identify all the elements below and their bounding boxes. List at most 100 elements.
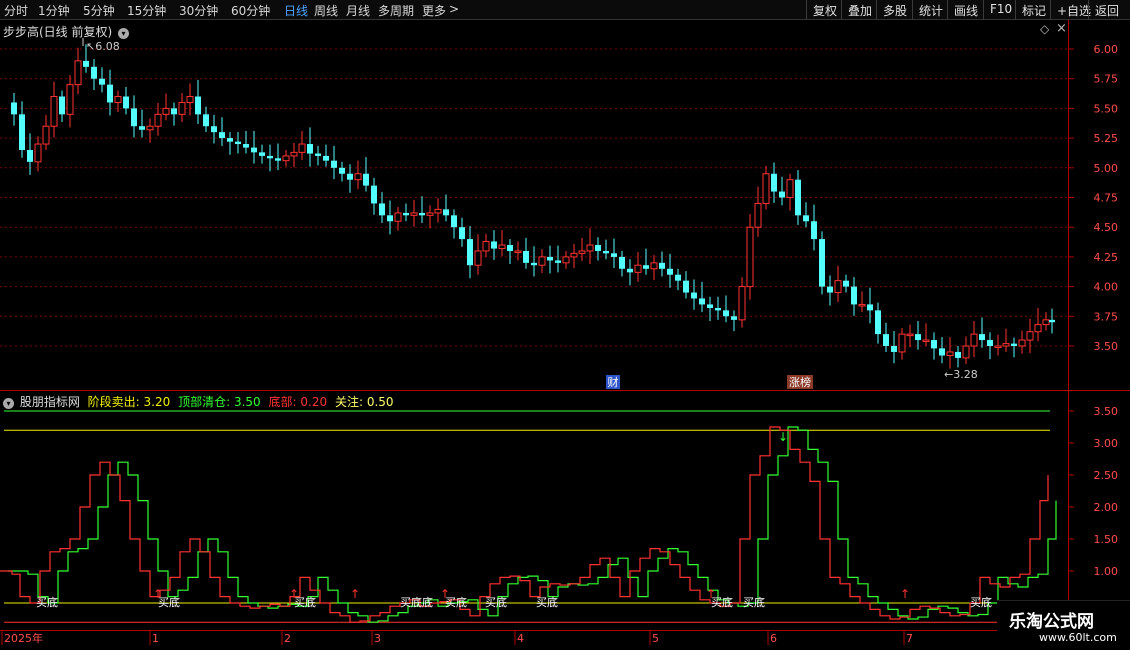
period-monthly[interactable]: 月线: [346, 2, 370, 19]
candle-body: [746, 226, 754, 288]
candle-body: [83, 60, 89, 67]
candle-body: [691, 292, 697, 299]
candle-body: [562, 256, 570, 264]
candle-body: [531, 262, 537, 266]
period-1min[interactable]: 1分钟: [38, 2, 70, 19]
candle-body: [74, 60, 82, 86]
candle-body: [347, 173, 353, 180]
candle-body: [795, 179, 801, 216]
candle-body: [211, 126, 217, 133]
buy-signal-label: 买底: [970, 595, 992, 609]
candle-body: [987, 340, 993, 346]
field-stage-sell: 阶段卖出: 3.20: [87, 395, 171, 409]
price-axis-label: 4.00: [1094, 281, 1119, 294]
price-axis-label: 6.00: [1094, 43, 1119, 56]
buy-signal-label: 买底: [294, 595, 316, 609]
watermark-url: www.60lt.com: [1039, 631, 1117, 644]
candle-body: [403, 212, 409, 216]
candle-body: [491, 241, 497, 249]
buy-signal-label: 买底: [536, 595, 558, 609]
candle-body: [586, 244, 594, 252]
buy-arrow-icon: ↑: [289, 587, 299, 601]
candle-body: [667, 268, 673, 275]
candle-body: [946, 351, 954, 357]
period-more[interactable]: 更多: [422, 2, 446, 19]
period-multi[interactable]: 多周期: [378, 2, 414, 19]
draw-line-button[interactable]: 画线: [947, 0, 984, 20]
candle-body: [867, 304, 873, 311]
restore-rights-button[interactable]: 复权: [806, 0, 843, 20]
candle-body: [683, 280, 689, 293]
candle-body: [922, 339, 930, 343]
candle-body: [731, 316, 737, 320]
f10-button[interactable]: F10: [983, 0, 1018, 20]
candle-body: [275, 158, 281, 161]
candle-body: [419, 212, 425, 216]
close-icon[interactable]: ×: [1056, 21, 1067, 36]
kline-chart[interactable]: 6.00 5.75 5.50 5.25 5.00 4.75 4.50 4.25 4.00 3.75…: [0, 0, 1130, 650]
high-marker-label: ↖6.08: [86, 40, 120, 53]
chevron-down-icon[interactable]: ▾: [3, 398, 14, 409]
back-button[interactable]: 返回: [1088, 0, 1125, 20]
candle-body: [578, 250, 586, 254]
candle-body: [643, 265, 649, 269]
period-15min[interactable]: 15分钟: [127, 2, 166, 19]
multi-stock-button[interactable]: 多股: [876, 0, 913, 20]
candle-body: [595, 245, 601, 251]
period-5min[interactable]: 5分钟: [83, 2, 115, 19]
candle-body: [139, 126, 145, 130]
field-bottom: 底部: 0.20: [268, 395, 328, 409]
statistics-button[interactable]: 统计: [912, 0, 949, 20]
price-axis-label: 4.50: [1094, 221, 1119, 234]
indicator-name: 股朋指标网: [19, 395, 80, 409]
candle-body: [875, 310, 881, 335]
candle-body: [131, 108, 137, 127]
candle-body: [426, 212, 434, 216]
candle-body: [162, 107, 170, 115]
price-axis-label: 5.25: [1094, 132, 1119, 145]
period-weekly[interactable]: 周线: [314, 2, 338, 19]
candle-body: [1042, 319, 1050, 326]
candle-body: [19, 114, 25, 150]
candle-body: [219, 132, 225, 139]
indicator-axis-label: 3.00: [1094, 437, 1119, 450]
buy-arrow-icon: ↑: [350, 587, 360, 601]
candle-body: [707, 304, 713, 308]
buy-signal-label: 买底: [743, 595, 765, 609]
buy-signal-label: 买底: [485, 595, 507, 609]
mark-button[interactable]: 标记: [1015, 0, 1052, 20]
price-axis-label: 5.75: [1094, 73, 1119, 86]
candle-body: [11, 102, 17, 115]
period-intraday[interactable]: 分时: [4, 2, 28, 19]
candle-body: [243, 144, 249, 148]
watermark-title: 乐淘公式网: [1009, 612, 1094, 632]
event-badge: [787, 375, 813, 389]
candle-body: [803, 215, 809, 222]
candle-body: [114, 96, 122, 103]
sell-arrow-icon: ↓: [778, 430, 788, 444]
diamond-icon[interactable]: ◇: [1040, 22, 1049, 36]
candle-body: [27, 149, 33, 162]
candle-body: [259, 152, 265, 156]
candle-body: [235, 141, 241, 145]
period-daily[interactable]: 日线: [284, 2, 308, 19]
stock-title: 步步高(日线 前复权): [3, 25, 113, 39]
candle-body: [603, 250, 609, 254]
candle-body: [203, 114, 209, 127]
candle-body: [434, 208, 442, 214]
candle-body: [59, 96, 65, 115]
candle-body: [507, 245, 513, 251]
period-60min[interactable]: 60分钟: [231, 2, 270, 19]
period-30min[interactable]: 30分钟: [179, 2, 218, 19]
candle-body: [371, 185, 377, 204]
candle-body: [459, 227, 465, 240]
candle-body: [474, 250, 482, 266]
candle-body: [891, 346, 897, 352]
candle-body: [627, 268, 633, 273]
buy-arrow-icon: ↑: [706, 587, 716, 601]
chevron-down-icon[interactable]: ▾: [118, 28, 130, 39]
overlay-button[interactable]: 叠加: [841, 0, 878, 20]
candle-body: [363, 173, 369, 186]
chart-title: 步步高(日线 前复权) ▾: [3, 23, 130, 40]
field-top-clear: 顶部清仓: 3.50: [178, 395, 261, 409]
